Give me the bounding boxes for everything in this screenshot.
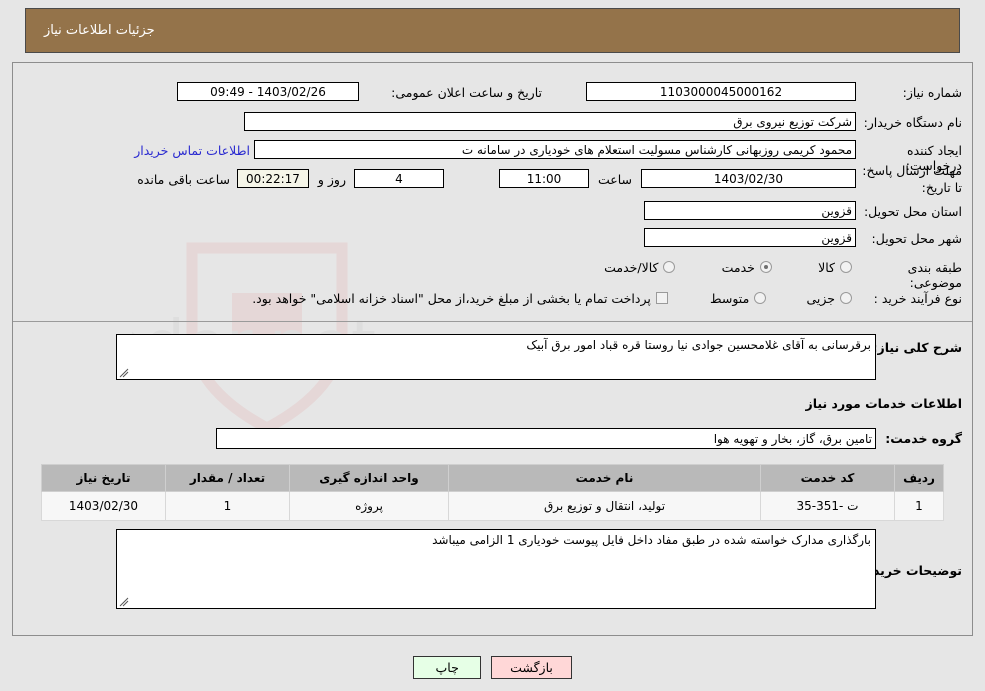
subject-category-group: کالا خدمت کالا/خدمت [604, 258, 852, 277]
services-table-wrap: ردیف کد خدمت نام خدمت واحد اندازه گیری ت… [13, 464, 972, 521]
resize-grip-icon[interactable] [119, 597, 129, 607]
deadline-date-field[interactable]: 1403/02/30 [641, 169, 856, 188]
table-header-row: ردیف کد خدمت نام خدمت واحد اندازه گیری ت… [41, 464, 944, 492]
buyer-org-field[interactable]: شرکت توزیع نیروی برق [244, 112, 856, 131]
cell-service-code: ت -351-35 [760, 491, 895, 521]
print-button[interactable]: چاپ [413, 656, 482, 679]
cell-unit: پروژه [289, 491, 449, 521]
buyer-contact-link[interactable]: اطلاعات تماس خریدار [134, 143, 250, 158]
col-unit: واحد اندازه گیری [289, 464, 449, 492]
service-group-field[interactable]: تامین برق، گاز، بخار و تهویه هوا [216, 428, 876, 449]
checkbox-icon[interactable] [655, 292, 668, 304]
service-group-label: گروه خدمت: [885, 431, 962, 446]
radio-icon[interactable] [663, 261, 676, 273]
cell-need-date: 1403/02/30 [41, 491, 166, 521]
radio-icon[interactable] [840, 292, 852, 304]
islamic-treasury-text: پرداخت تمام یا بخشی از مبلغ خرید،از محل … [252, 290, 651, 306]
response-deadline-label: مهلت ارسال پاسخ: تا تاریخ: [862, 163, 962, 195]
table-row[interactable]: 1 ت -351-35 تولید، انتقال و توزیع برق پر… [41, 491, 944, 521]
remaining-hours-label: ساعت باقی مانده [137, 172, 230, 187]
col-quantity: تعداد / مقدار [165, 464, 290, 492]
need-description-label: شرح کلی نیاز: [872, 340, 962, 355]
category-option-kala-khedmat[interactable]: کالا/خدمت [604, 260, 676, 275]
details-panel: AriaTender.net شماره نیاز: 1103000045000… [0, 62, 973, 636]
process-option-jozei[interactable]: جزیی [806, 291, 852, 306]
days-label: روز و [317, 172, 346, 187]
back-button[interactable]: بازگشت [491, 656, 572, 679]
deadline-time-field[interactable]: 11:00 [499, 169, 589, 188]
need-description-section: شرح کلی نیاز: برقرسانی به آقای غلامحسین … [13, 328, 972, 394]
cell-service-name: تولید، انتقال و توزیع برق [448, 491, 761, 521]
category-option-khedmat[interactable]: خدمت [722, 260, 772, 275]
subject-category-label: طبقه بندی موضوعی: [907, 260, 962, 290]
hour-label: ساعت [597, 172, 632, 187]
services-table: ردیف کد خدمت نام خدمت واحد اندازه گیری ت… [41, 464, 944, 521]
countdown-field: 00:22:17 [237, 169, 309, 188]
purchase-process-group: جزیی متوسط پرداخت تمام یا بخشی از مبلغ خ… [252, 289, 852, 308]
need-number-label: شماره نیاز: [902, 85, 962, 100]
resize-grip-icon[interactable] [119, 368, 129, 378]
radio-icon[interactable] [840, 261, 852, 273]
col-row-no: ردیف [894, 464, 944, 492]
delivery-city-field[interactable]: قزوین [644, 228, 856, 247]
footer-actions: بازگشت چاپ [0, 656, 985, 679]
col-service-code: کد خدمت [760, 464, 895, 492]
need-description-text: برقرسانی به آقای غلامحسین جوادی نیا روست… [526, 338, 871, 352]
radio-icon[interactable] [759, 261, 772, 273]
need-description-textarea[interactable]: برقرسانی به آقای غلامحسین جوادی نیا روست… [116, 334, 876, 380]
islamic-treasury-checkbox-wrap[interactable]: پرداخت تمام یا بخشی از مبلغ خرید،از محل … [252, 291, 668, 306]
top-form: شماره نیاز: 1103000045000162 تاریخ و ساع… [13, 63, 972, 328]
category-option-kala[interactable]: کالا [818, 260, 852, 275]
announce-datetime-label: تاریخ و ساعت اعلان عمومی: [391, 85, 542, 100]
radio-icon[interactable] [754, 292, 767, 304]
buyer-org-label: نام دستگاه خریدار: [863, 115, 962, 130]
delivery-province-label: استان محل تحویل: [863, 204, 962, 219]
process-option-motavaset[interactable]: متوسط [710, 291, 767, 306]
delivery-province-field[interactable]: قزوین [644, 201, 856, 220]
section-divider [13, 321, 972, 322]
page-header: جزئیات اطلاعات نیاز [25, 8, 960, 53]
cell-row-no: 1 [894, 491, 944, 521]
purchase-process-label: نوع فرآیند خرید : [873, 291, 962, 306]
announce-datetime-field[interactable]: 1403/02/26 - 09:49 [177, 82, 359, 101]
services-section-title: اطلاعات خدمات مورد نیاز [805, 396, 963, 411]
col-need-date: تاریخ نیاز [41, 464, 166, 492]
buyer-notes-textarea[interactable]: بارگذاری مدارک خواسته شده در طبق مفاد دا… [116, 529, 876, 609]
delivery-city-label: شهر محل تحویل: [871, 231, 962, 246]
services-section: اطلاعات خدمات مورد نیاز گروه خدمت: تامین… [13, 394, 972, 464]
buyer-notes-section: توضیحات خریدار: بارگذاری مدارک خواسته شد… [13, 529, 972, 619]
buyer-notes-text: بارگذاری مدارک خواسته شده در طبق مفاد دا… [432, 533, 871, 547]
remaining-days-field[interactable]: 4 [354, 169, 444, 188]
cell-quantity: 1 [165, 491, 290, 521]
page-title: جزئیات اطلاعات نیاز [44, 23, 155, 38]
request-creator-field[interactable]: محمود کریمی روزبهانی کارشناس مسولیت استع… [254, 140, 856, 159]
col-service-name: نام خدمت [448, 464, 761, 492]
need-number-field[interactable]: 1103000045000162 [586, 82, 856, 101]
